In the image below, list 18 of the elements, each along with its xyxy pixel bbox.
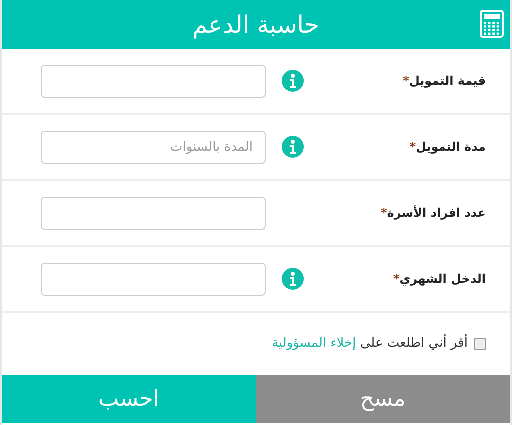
field-label: مدة التمويل* bbox=[410, 139, 486, 156]
input-field[interactable] bbox=[41, 262, 266, 296]
info-icon[interactable] bbox=[282, 70, 304, 92]
info-icon[interactable] bbox=[282, 136, 304, 158]
input-field[interactable] bbox=[41, 196, 266, 230]
calculate-button[interactable]: احسب bbox=[2, 375, 256, 423]
field-label: الدخل الشهري* bbox=[393, 271, 486, 288]
field-label: قيمة التمويل* bbox=[403, 73, 486, 90]
field-label: عدد افراد الأسرة* bbox=[380, 204, 486, 222]
disclaimer-link[interactable]: إخلاء المسؤولية bbox=[272, 336, 356, 352]
header-title: حاسبة الدعم bbox=[192, 10, 320, 41]
input-field[interactable] bbox=[41, 64, 266, 98]
info-icon[interactable] bbox=[282, 268, 304, 290]
agreement-text: أقر أني اطلعت على إخلاء المسؤولية bbox=[272, 334, 468, 354]
input-field[interactable]: المدة بالسنوات bbox=[41, 130, 266, 164]
clear-button[interactable]: مسح bbox=[256, 375, 510, 423]
agreement-checkbox[interactable] bbox=[474, 338, 486, 350]
calculator-icon bbox=[480, 10, 504, 38]
